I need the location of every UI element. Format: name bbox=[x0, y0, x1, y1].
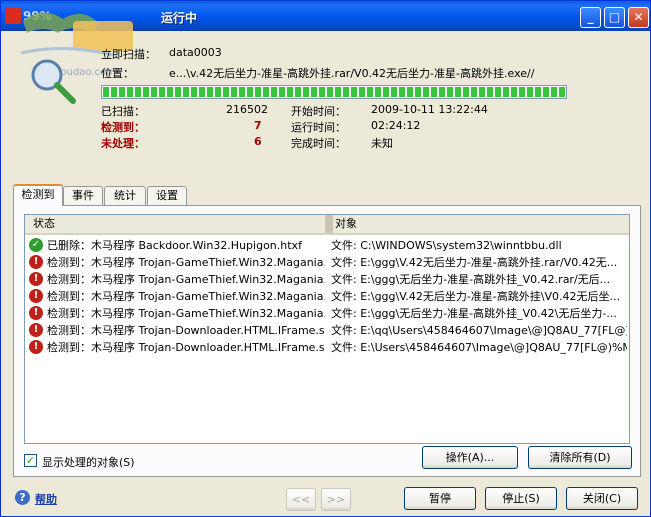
row-object: 文件: E:\qq\Users\458464607\Image\@]Q8AU_7… bbox=[331, 324, 627, 337]
close-window-button[interactable]: ✕ bbox=[628, 7, 649, 28]
detected-panel: 状态 对象 ✓ 已删除：木马程序 Backdoor.Win32.Hupigon.h… bbox=[13, 205, 641, 477]
alert-icon: ! bbox=[29, 272, 43, 286]
tab-detected[interactable]: 检测到 bbox=[13, 184, 63, 206]
detected-value: 7 bbox=[254, 119, 262, 132]
window-title: 运行中 bbox=[161, 11, 198, 25]
row-object: 文件: E:\ggg\V.42无后坐力-准星-高跳外挂.rar/V0.42无..… bbox=[331, 256, 618, 269]
col-object-header[interactable]: 对象 bbox=[327, 215, 627, 233]
row-object: 文件: E:\ggg\无后坐力-准星-高跳外挂_V0.42\无后坐力-... bbox=[331, 307, 617, 320]
row-status: 检测到：木马程序 Trojan-Downloader.HTML.IFrame.s… bbox=[47, 324, 325, 337]
list-item[interactable]: ! 检测到：木马程序 Trojan-GameThief.Win32.Magania… bbox=[27, 288, 627, 305]
scan-window: 99% 运行中 _ □ ✕ bbs.houdao.com 立即扫描： data0… bbox=[0, 0, 651, 517]
stop-button[interactable]: 停止(S) bbox=[485, 487, 557, 510]
scanning-value: data0003 bbox=[169, 46, 222, 59]
alert-icon: ! bbox=[29, 289, 43, 303]
detected-label: 检测到： bbox=[101, 121, 145, 134]
col-status-header[interactable]: 状态 bbox=[25, 215, 325, 233]
tab-settings[interactable]: 设置 bbox=[147, 186, 187, 205]
row-status: 检测到：木马程序 Trojan-Downloader.HTML.IFrame.s… bbox=[47, 341, 325, 354]
alert-icon: ! bbox=[29, 340, 43, 354]
list-item[interactable]: ! 检测到：木马程序 Trojan-GameThief.Win32.Magania… bbox=[27, 271, 627, 288]
location-value: e...\v.42无后坐力-准星-高跳外挂.rar/V0.42无后坐力-准星-高… bbox=[169, 67, 535, 80]
list-item[interactable]: ! 检测到：木马程序 Trojan-GameThief.Win32.Magania… bbox=[27, 305, 627, 322]
list-header: 状态 对象 bbox=[25, 215, 629, 235]
start-time-label: 开始时间： bbox=[291, 105, 346, 118]
minimize-button[interactable]: _ bbox=[580, 7, 601, 28]
list-item[interactable]: ✓ 已删除：木马程序 Backdoor.Win32.Hupigon.htxf 文件:… bbox=[27, 237, 627, 254]
location-label: 位置： bbox=[101, 67, 134, 80]
row-status: 检测到：木马程序 Trojan-GameThief.Win32.Magania.… bbox=[47, 307, 325, 320]
row-status: 已删除：木马程序 Backdoor.Win32.Hupigon.htxf bbox=[47, 239, 302, 252]
tab-statistics[interactable]: 统计 bbox=[104, 186, 146, 205]
row-status: 检测到：木马程序 Trojan-GameThief.Win32.Magania.… bbox=[47, 273, 325, 286]
scanned-value: 216502 bbox=[226, 103, 268, 116]
row-object: 文件: E:\ggg\V.42无后坐力-准星-高跳外挂\V0.42无后坐... bbox=[331, 290, 620, 303]
row-status: 检测到：木马程序 Trojan-GameThief.Win32.Magania.… bbox=[47, 256, 325, 269]
help-link[interactable]: 帮助 bbox=[35, 491, 57, 507]
scanning-label: 立即扫描： bbox=[101, 48, 156, 61]
row-object: 文件: E:\Users\458464607\Image\@]Q8AU_77[F… bbox=[331, 341, 627, 354]
alert-icon: ! bbox=[29, 323, 43, 337]
list-item[interactable]: ! 检测到：木马程序 Trojan-Downloader.HTML.IFrame.… bbox=[27, 322, 627, 339]
show-processed-checkbox[interactable]: ✓ bbox=[24, 454, 37, 467]
magnifier-icon bbox=[31, 59, 76, 104]
row-object: 文件: E:\ggg\无后坐力-准星-高跳外挂_V0.42.rar/无后... bbox=[331, 273, 611, 286]
show-processed-label[interactable]: 显示处理的对象(S) bbox=[42, 454, 135, 470]
unprocessed-value: 6 bbox=[254, 135, 262, 148]
detected-list[interactable]: 状态 对象 ✓ 已删除：木马程序 Backdoor.Win32.Hupigon.h… bbox=[24, 214, 630, 444]
close-button[interactable]: 关闭(C) bbox=[566, 487, 638, 510]
maximize-button[interactable]: □ bbox=[604, 7, 625, 28]
help-icon[interactable]: ? bbox=[15, 490, 30, 505]
pause-button[interactable]: 暂停 bbox=[404, 487, 476, 510]
finish-time-label: 完成时间： bbox=[291, 137, 346, 150]
prev-button[interactable]: << bbox=[286, 488, 316, 511]
row-status: 检测到：木马程序 Trojan-GameThief.Win32.Magania.… bbox=[47, 290, 325, 303]
finish-time-value: 未知 bbox=[371, 137, 393, 150]
scan-progress-fill bbox=[103, 87, 565, 97]
next-button[interactable]: >> bbox=[321, 488, 351, 511]
check-icon: ✓ bbox=[29, 238, 43, 252]
unprocessed-label: 未处理： bbox=[101, 137, 145, 150]
row-object: 文件: C:\WINDOWS\system32\winntbbu.dll bbox=[331, 239, 562, 252]
scanned-label: 已扫描： bbox=[101, 105, 145, 118]
list-item[interactable]: ! 检测到：木马程序 Trojan-GameThief.Win32.Magania… bbox=[27, 254, 627, 271]
tab-events[interactable]: 事件 bbox=[63, 186, 103, 205]
start-time-value: 2009-10-11 13:22:44 bbox=[371, 103, 488, 116]
alert-icon: ! bbox=[29, 306, 43, 320]
run-time-value: 02:24:12 bbox=[371, 119, 421, 132]
list-item[interactable]: ! 检测到：木马程序 Trojan-Downloader.HTML.IFrame.… bbox=[27, 339, 627, 356]
action-button[interactable]: 操作(A)... bbox=[422, 446, 518, 469]
scan-progress-bar bbox=[101, 85, 567, 99]
run-time-label: 运行时间： bbox=[291, 121, 346, 134]
alert-icon: ! bbox=[29, 255, 43, 269]
clear-all-button[interactable]: 清除所有(D) bbox=[528, 446, 632, 469]
